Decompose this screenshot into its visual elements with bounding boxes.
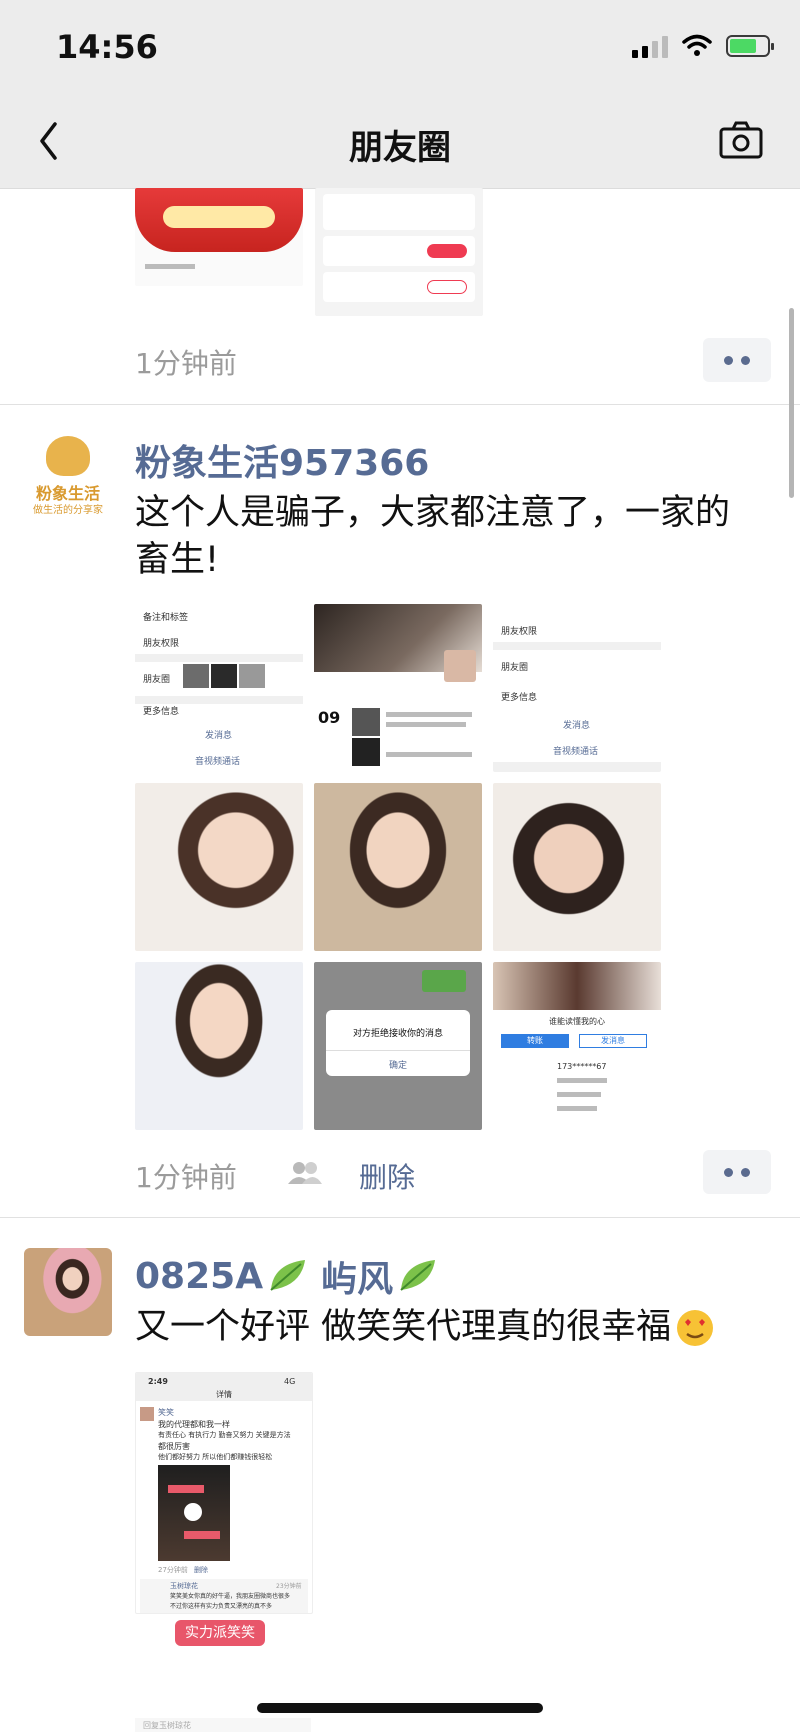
reply-hint: 回复玉树琼花 xyxy=(135,1718,311,1732)
post-image[interactable] xyxy=(315,188,483,316)
post-image[interactable]: 09 xyxy=(314,604,482,772)
post-image[interactable]: 谁能读懂我的心 转账 发消息 173******67 xyxy=(493,962,661,1130)
post-image[interactable]: 朋友权限 朋友圈 更多信息 发消息 音视频通话 xyxy=(493,604,661,772)
screenshot-text: 更多信息 xyxy=(501,693,538,703)
screenshot-text: 朋友圈 xyxy=(143,675,171,685)
screenshot-text: 转账 xyxy=(501,1034,569,1048)
screenshot-text: 更多信息 xyxy=(143,707,180,717)
screenshot-text: 我的代理都和我一样 xyxy=(158,1420,230,1429)
post-image[interactable] xyxy=(493,783,661,951)
post-time: 1分钟前 xyxy=(135,1161,237,1194)
leaf-icon xyxy=(400,1260,436,1291)
dialog-text: 对方拒绝接收你的消息 xyxy=(352,1029,443,1039)
screenshot-text: 朋友权限 xyxy=(143,639,180,649)
brand-badge: 实力派笑笑 xyxy=(175,1620,265,1646)
screenshot-text: 不过你这样有实力负责又漂亮的真不多 xyxy=(170,1603,273,1610)
wifi-icon xyxy=(682,34,712,56)
screenshot-text: 备注和标签 xyxy=(143,613,189,623)
post-image[interactable] xyxy=(135,783,303,951)
screenshot-text: 2:49 xyxy=(148,1377,168,1386)
post-image[interactable]: 备注和标签 朋友权限 朋友圈 更多信息 发消息 音视频通话 xyxy=(135,604,303,772)
screenshot-text: 朋友权限 xyxy=(501,627,538,637)
avatar-slogan: 做生活的分享家 xyxy=(33,505,103,516)
post-image[interactable] xyxy=(135,188,303,286)
signal-icon xyxy=(632,34,668,58)
status-time: 14:56 xyxy=(56,28,158,66)
screenshot-text: 谁能读懂我的心 xyxy=(549,1017,605,1026)
screenshot-text: 玉树琼花 xyxy=(170,1582,198,1590)
divider xyxy=(0,404,800,405)
screenshot-text: 回复玉树琼花 xyxy=(143,1721,191,1730)
screenshot-text: 有责任心 有执行力 勤奋又努力 关键是方法 xyxy=(158,1431,291,1439)
screenshot-text: 27分钟前 xyxy=(158,1566,188,1574)
post-text-line: 又一个好评 做笑笑代理真的很幸福 xyxy=(135,1307,672,1347)
screenshot-text: 他们都好努力 所以他们都赚钱很轻松 xyxy=(158,1453,273,1461)
screenshot-text: 发消息 xyxy=(205,731,233,741)
screenshot-text: 音视频通话 xyxy=(553,747,599,757)
username[interactable]: 粉象生活957366 xyxy=(135,434,429,486)
delete-link[interactable]: 删除 xyxy=(359,1156,415,1196)
scrollbar[interactable] xyxy=(789,308,794,498)
avatar[interactable]: 粉象生活 做生活的分享家 xyxy=(24,432,112,520)
screenshot-text: 4G xyxy=(284,1377,296,1386)
post-time: 1分钟前 xyxy=(135,347,237,380)
screenshot-text: 23分钟前 xyxy=(276,1583,302,1590)
home-indicator[interactable] xyxy=(257,1703,543,1713)
more-button[interactable] xyxy=(703,1150,771,1194)
post-image[interactable]: 对方拒绝接收你的消息 确定 xyxy=(314,962,482,1130)
divider xyxy=(0,1217,800,1218)
screenshot-text: 朋友圈 xyxy=(501,663,529,673)
screenshot-text: 笑笑美女你真的好牛逼，我朋友圈微商也很多 xyxy=(170,1593,291,1600)
dialog-ok: 确定 xyxy=(388,1061,407,1071)
nav-bar: 朋友圈 xyxy=(0,94,800,189)
screenshot-text: 删除 xyxy=(194,1566,208,1574)
status-bar: 14:56 xyxy=(0,0,800,94)
elephant-logo xyxy=(46,436,90,476)
screenshot-text: 音视频通话 xyxy=(195,757,241,767)
battery-icon xyxy=(726,35,774,57)
post-image[interactable] xyxy=(314,783,482,951)
screenshot-text: 173******67 xyxy=(557,1062,607,1071)
post-image[interactable] xyxy=(135,962,303,1130)
screenshot-text: 发消息 xyxy=(579,1034,647,1048)
post-text-line: 畜生! xyxy=(135,540,220,580)
username-part: 屿风 xyxy=(321,1259,394,1300)
camera-icon[interactable] xyxy=(716,116,766,166)
avatar[interactable] xyxy=(24,1248,112,1336)
post-image[interactable]: 2:49 4G 详情 笑笑 我的代理都和我一样 有责任心 有执行力 勤奋又努力 … xyxy=(135,1372,313,1614)
screenshot-text: 详情 xyxy=(216,1390,232,1399)
post-text-line: 这个人是骗子，大家都注意了，一家的 xyxy=(135,493,731,533)
username[interactable]: 0825A 屿风 xyxy=(135,1250,441,1302)
page-title: 朋友圈 xyxy=(349,128,451,168)
screenshot-text: 笑笑 xyxy=(158,1408,174,1417)
screenshot-text: 发消息 xyxy=(563,721,591,731)
more-button[interactable] xyxy=(703,338,771,382)
friends-visibility-icon xyxy=(288,1162,322,1184)
post-text: 这个人是骗子，大家都注意了，一家的 畜生! xyxy=(135,490,775,584)
leaf-icon xyxy=(270,1260,306,1291)
post-text: 又一个好评 做笑笑代理真的很幸福 xyxy=(135,1304,715,1351)
video-thumbnail xyxy=(158,1465,230,1561)
screenshot-text: 都很厉害 xyxy=(158,1442,190,1451)
username-part: 0825A xyxy=(135,1255,264,1297)
heart-eyes-emoji-icon xyxy=(677,1309,714,1346)
